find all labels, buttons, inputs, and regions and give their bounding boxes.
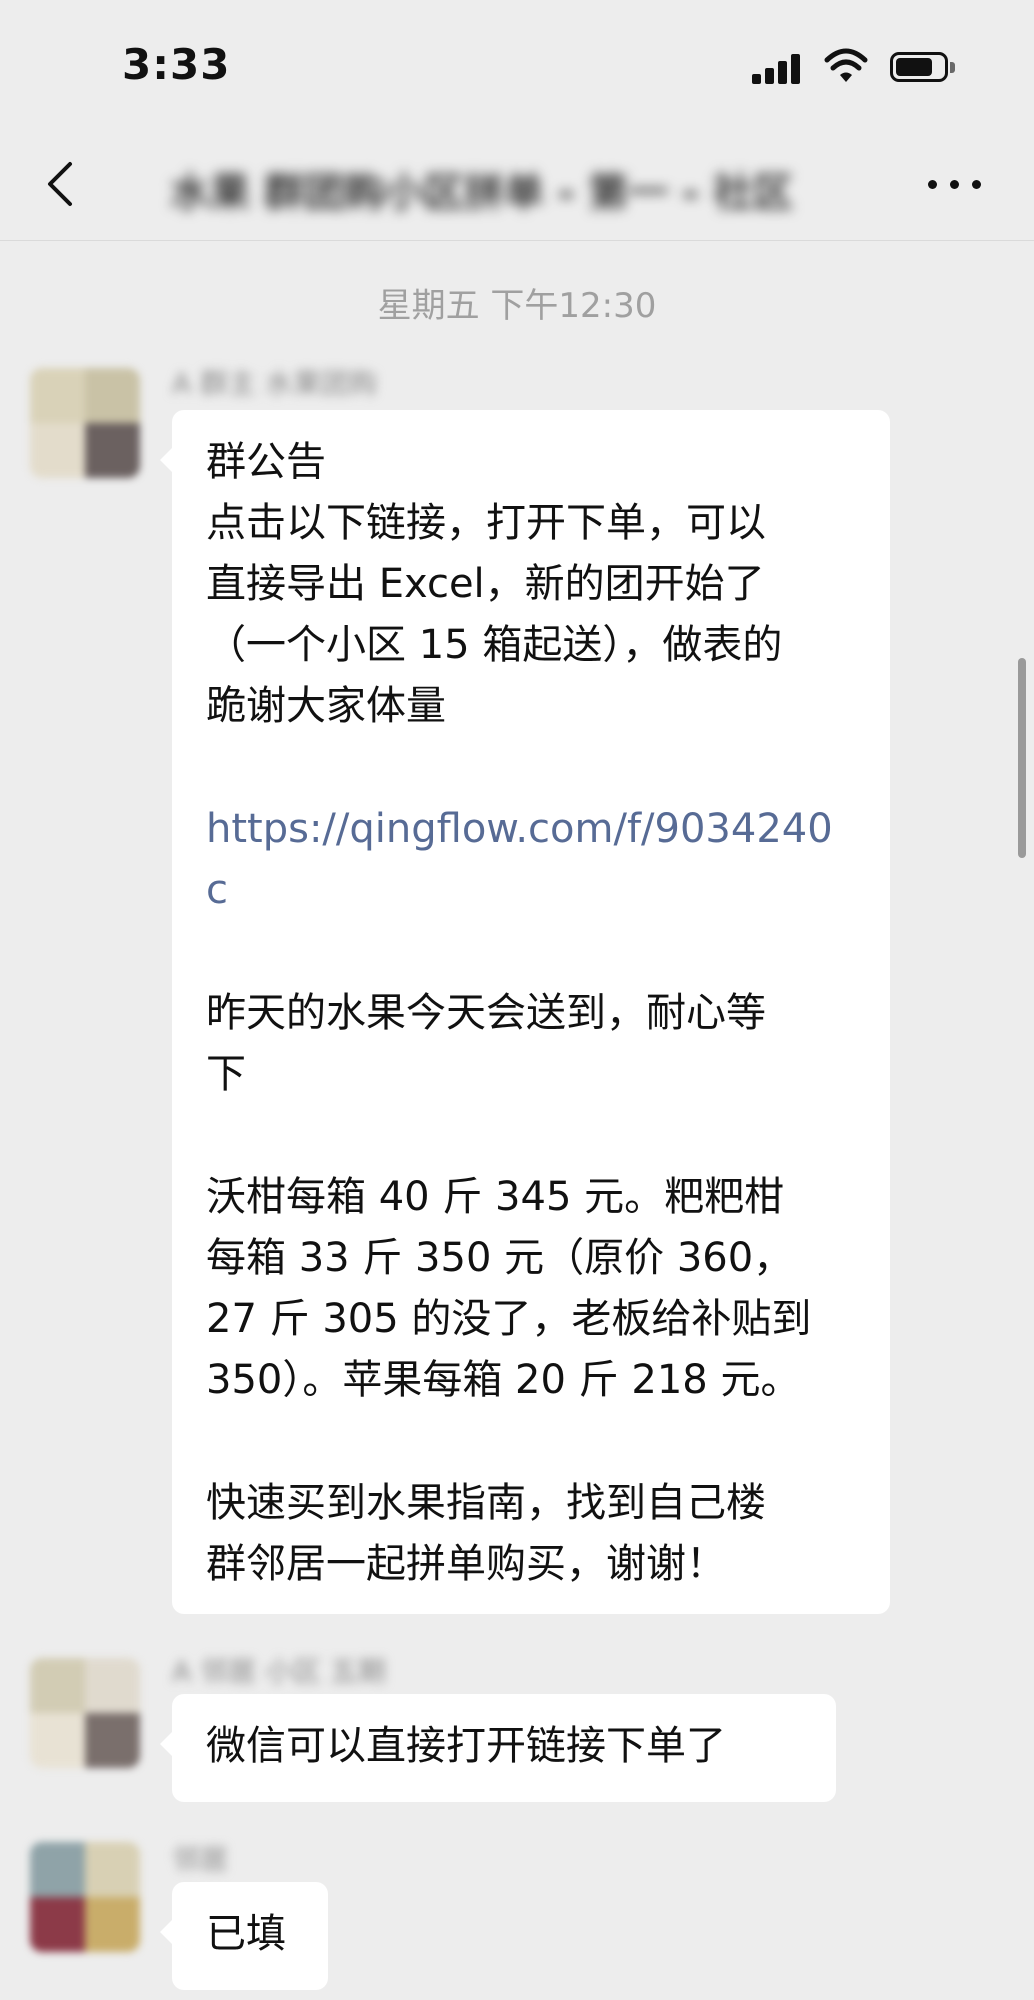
back-icon[interactable] <box>34 154 94 214</box>
message-text: 已填 <box>206 1911 286 1957</box>
chat-title: 水果 群团购小区拼单 - 第一 - 社区 <box>170 170 793 212</box>
sender-name: A 群主 水果团购 <box>172 367 377 400</box>
message-line: 群公告 <box>206 439 326 485</box>
message-bubble[interactable]: 微信可以直接打开链接下单了 <box>160 1694 836 1802</box>
sender-name: 邻居 <box>172 1843 229 1876</box>
message-bubble[interactable]: 已填 <box>160 1882 328 1990</box>
status-bar: 3:33 <box>0 0 1034 130</box>
wifi-icon <box>824 48 868 82</box>
message-timestamp: 星期五 下午12:30 <box>377 286 657 326</box>
scrollbar[interactable] <box>1018 658 1026 858</box>
order-link[interactable]: c <box>206 860 890 921</box>
more-icon[interactable] <box>926 172 986 196</box>
message-line: 350）。苹果每箱 20 斤 218 元。 <box>206 1357 801 1403</box>
battery-icon <box>890 52 956 84</box>
message-line: 快速买到水果指南，找到自己楼 <box>206 1480 766 1526</box>
message-bubble[interactable]: 群公告 点击以下链接，打开下单，可以 直接导出 Excel，新的团开始了 （一个… <box>160 410 890 1614</box>
chat-header: 水果 群团购小区拼单 - 第一 - 社区 <box>0 130 1034 241</box>
avatar[interactable] <box>30 1658 140 1768</box>
message-line: （一个小区 15 箱起送），做表的 <box>206 622 783 668</box>
message-line: 直接导出 Excel，新的团开始了 <box>206 561 765 607</box>
message-line: 昨天的水果今天会送到，耐心等 <box>206 990 766 1036</box>
message-line: 群邻居一起拼单购买，谢谢！ <box>206 1541 726 1587</box>
signal-icon <box>752 54 806 84</box>
message-line: 每箱 33 斤 350 元（原价 360， <box>206 1235 794 1281</box>
message-line: 27 斤 305 的没了，老板给补贴到 <box>206 1296 812 1342</box>
avatar[interactable] <box>30 1842 140 1952</box>
message-line: 下 <box>206 1051 246 1097</box>
message-line: 点击以下链接，打开下单，可以 <box>206 500 766 546</box>
avatar[interactable] <box>30 368 140 478</box>
status-time: 3:33 <box>122 40 231 89</box>
message-line: 跪谢大家体量 <box>206 683 446 729</box>
message-line: 沃柑每箱 40 斤 345 元。粑粑柑 <box>206 1174 785 1220</box>
message-text: 微信可以直接打开链接下单了 <box>206 1723 726 1769</box>
sender-name: A 邻居 小区 五期 <box>172 1655 386 1688</box>
order-link[interactable]: https://qingflow.com/f/9034240 <box>206 799 890 860</box>
